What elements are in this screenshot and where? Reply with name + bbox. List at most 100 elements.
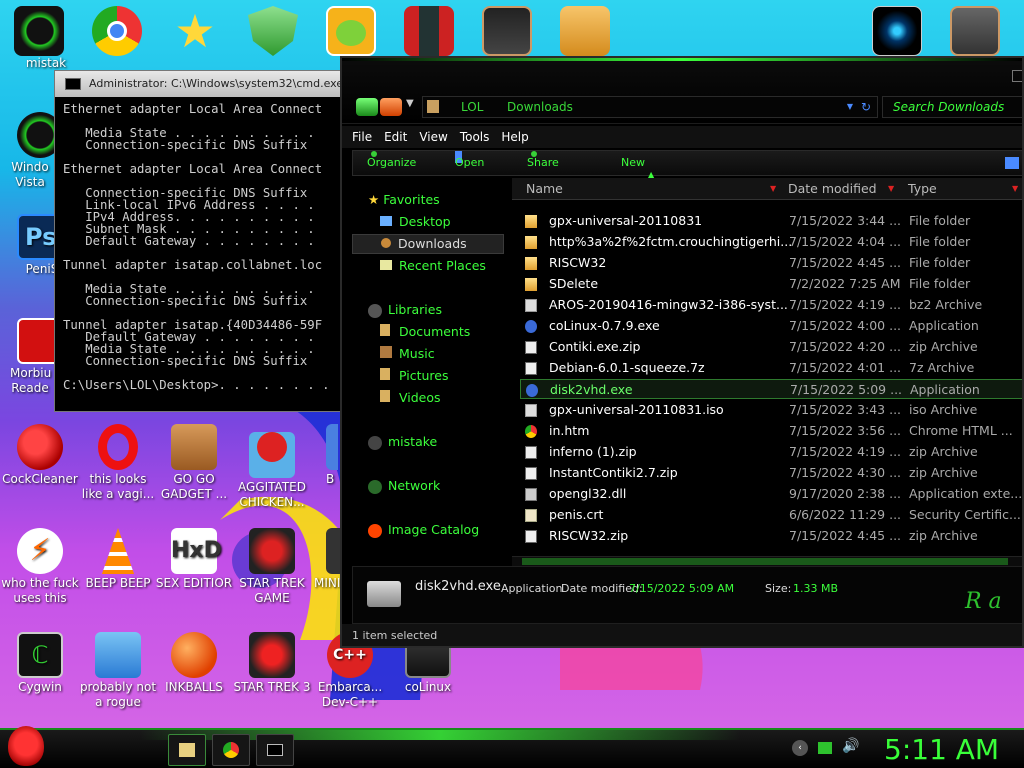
winrar-icon[interactable]: [404, 6, 454, 56]
file-row[interactable]: inferno (1).zip 7/15/2022 4:19 ... zip Arc…: [520, 442, 1022, 462]
sort-chevron-icon[interactable]: ▼: [888, 178, 894, 200]
nav-downloads[interactable]: Downloads: [352, 234, 504, 254]
panel-icon[interactable]: [482, 6, 532, 56]
cmd-window[interactable]: Administrator: C:\Windows\system32\cmd.e…: [54, 70, 344, 412]
file-name: SDelete: [549, 276, 599, 291]
nav-pictures[interactable]: Pictures: [380, 368, 449, 383]
inkball-icon: [171, 632, 217, 678]
file-row[interactable]: AROS-20190416-mingw32-i386-syst... 7/15/2…: [520, 295, 1022, 315]
column-type[interactable]: Type: [908, 178, 937, 200]
recent-pages-chevron-icon[interactable]: ▼: [406, 98, 414, 109]
nav-image-catalog[interactable]: Image Catalog: [368, 522, 479, 538]
eye-icon[interactable]: [872, 6, 922, 56]
file-row[interactable]: in.htm 7/15/2022 3:56 ... Chrome HTML ...: [520, 421, 1022, 441]
breadcrumb-lol[interactable]: LOL: [461, 97, 483, 117]
desktop-icon-vlc[interactable]: BEEP BEEP: [78, 528, 158, 591]
downloads-icon: [381, 238, 391, 248]
scroll-thumb[interactable]: [522, 558, 1008, 565]
file-date: 7/15/2022 4:04 ...: [789, 234, 902, 249]
file-row[interactable]: Contiki.exe.zip 7/15/2022 4:20 ... zip Arc…: [520, 337, 1022, 357]
angry-birds-star-wars-icon: [249, 528, 295, 574]
menu-view[interactable]: View: [419, 126, 447, 148]
nav-libraries[interactable]: Libraries: [368, 302, 442, 318]
file-row[interactable]: InstantContiki2.7.zip 7/15/2022 4:30 ... z…: [520, 463, 1022, 483]
nav-music[interactable]: Music: [380, 346, 435, 361]
taskbar-cmd-button[interactable]: [256, 734, 294, 766]
desktop-icon-gear-monitor[interactable]: probably not a rogue: [78, 632, 158, 710]
taskbar-chrome-button[interactable]: [212, 734, 250, 766]
menu-edit[interactable]: Edit: [384, 126, 407, 148]
column-name[interactable]: Name: [526, 178, 563, 200]
file-name: InstantContiki2.7.zip: [549, 465, 678, 480]
desktop-icon-mistake[interactable]: mistak: [0, 8, 80, 71]
breadcrumb-downloads[interactable]: Downloads: [507, 97, 573, 117]
window-maximize-icon[interactable]: [1012, 70, 1022, 82]
file-row[interactable]: coLinux-0.7.9.exe 7/15/2022 4:00 ... Appli…: [520, 316, 1022, 336]
desktop-icon-partial-b[interactable]: B: [298, 424, 338, 487]
chrome-icon: [223, 742, 239, 758]
nav-videos[interactable]: Videos: [380, 390, 441, 405]
image-catalog-icon: [368, 523, 382, 538]
desktop-icon-ccleaner[interactable]: CockCleaner: [0, 424, 80, 487]
sort-chevron-icon[interactable]: ▼: [770, 178, 776, 200]
column-date-modified[interactable]: Date modified: [788, 178, 877, 200]
volume-icon[interactable]: 🔊: [842, 738, 859, 754]
nav-mistake[interactable]: mistake: [368, 434, 437, 450]
file-row[interactable]: RISCW32 7/15/2022 4:45 ... File folder: [520, 253, 1022, 273]
refresh-icon[interactable]: ↻: [861, 97, 871, 117]
search-input[interactable]: Search Downloads: [882, 96, 1022, 118]
nav-recent-places[interactable]: Recent Places: [380, 258, 486, 273]
favorites-star-icon[interactable]: ★: [170, 6, 220, 56]
address-bar[interactable]: LOL Downloads ↻ ▼: [422, 96, 878, 118]
taskbar-explorer-button[interactable]: [168, 734, 206, 766]
desktop-icon-opera[interactable]: this looks like a vagi...: [78, 424, 158, 502]
show-hidden-icons-icon[interactable]: ‹: [792, 740, 808, 756]
file-row[interactable]: penis.crt 6/6/2022 11:29 ... Security Cert…: [520, 505, 1022, 525]
desktop-icon-winamp[interactable]: ⚡ who the fuck uses this: [0, 528, 80, 606]
file-row[interactable]: Debian-6.0.1-squeeze.7z 7/15/2022 4:01 ..…: [520, 358, 1022, 378]
address-dropdown-icon[interactable]: ▼: [847, 97, 853, 117]
horizontal-scrollbar[interactable]: [512, 556, 1022, 566]
desktop-icon-partial-mini[interactable]: MINI: [298, 528, 340, 591]
desktop-icon-inkball[interactable]: INKBALLS: [154, 632, 234, 695]
file-row[interactable]: RISCW32.zip 7/15/2022 4:45 ... zip Archive: [520, 526, 1022, 546]
folder-icon[interactable]: [560, 6, 610, 56]
desktop-icon-hxd[interactable]: HxD SEX EDITIOR: [154, 528, 234, 591]
command-bar: Organize Open Share with New folder: [352, 150, 1022, 193]
cmd-titlebar[interactable]: Administrator: C:\Windows\system32\cmd.e…: [55, 71, 343, 97]
chrome-icon[interactable]: [92, 6, 142, 56]
menu-file[interactable]: File: [352, 126, 372, 148]
forward-arrow-icon[interactable]: [380, 98, 402, 116]
nav-desktop[interactable]: Desktop: [380, 214, 451, 229]
file-row[interactable]: gpx-universal-20110831 7/15/2022 3:44 ...…: [520, 211, 1022, 231]
sort-chevron-icon[interactable]: ▼: [1012, 178, 1018, 200]
file-row[interactable]: gpx-universal-20110831.iso 7/15/2022 3:43…: [520, 400, 1022, 420]
back-arrow-icon[interactable]: [356, 98, 378, 116]
file-row[interactable]: SDelete 7/2/2022 7:25 AM File folder: [520, 274, 1022, 294]
file-row[interactable]: http%3a%2f%2fctm.crouchingtigerhi... 7/15…: [520, 232, 1022, 252]
desktop-icon-cygwin[interactable]: ℂ Cygwin: [0, 632, 80, 695]
cmd-output[interactable]: Ethernet adapter Local Area Connect Medi…: [55, 97, 343, 391]
nav-favorites[interactable]: ★ Favorites: [368, 192, 440, 207]
angry-birds-icon[interactable]: [326, 6, 376, 56]
file-date: 7/15/2022 3:56 ...: [789, 423, 902, 438]
file-date: 7/15/2022 3:44 ...: [789, 213, 902, 228]
nav-network[interactable]: Network: [368, 478, 440, 494]
view-options-icon[interactable]: [1005, 157, 1019, 169]
explorer-titlebar[interactable]: ▼ LOL Downloads ↻ ▼ Search Downloads: [342, 58, 1022, 124]
nav-documents[interactable]: Documents: [380, 324, 470, 339]
file-row[interactable]: disk2vhd.exe 7/15/2022 5:09 ... Applicatio…: [520, 379, 1022, 399]
start-button[interactable]: [8, 726, 44, 766]
clock[interactable]: 5:11 AM: [884, 732, 999, 768]
opera-icon: [98, 424, 138, 470]
nav-downloads-label: Downloads: [398, 236, 467, 251]
settings-icon[interactable]: [950, 6, 1000, 56]
menu-tools[interactable]: Tools: [460, 126, 490, 148]
explorer-window[interactable]: ▼ LOL Downloads ↻ ▼ Search Downloads Fil…: [340, 56, 1024, 648]
file-row[interactable]: opengl32.dll 9/17/2020 2:38 ... Applicatio…: [520, 484, 1022, 504]
desktop-icon-star-trek-3[interactable]: STAR TREK 3: [232, 632, 312, 695]
network-tray-icon[interactable]: [818, 742, 832, 754]
desktop-icon-briefcase[interactable]: GO GO GADGET ...: [154, 424, 234, 502]
menu-help[interactable]: Help: [501, 126, 528, 148]
libraries-icon: [368, 303, 382, 318]
